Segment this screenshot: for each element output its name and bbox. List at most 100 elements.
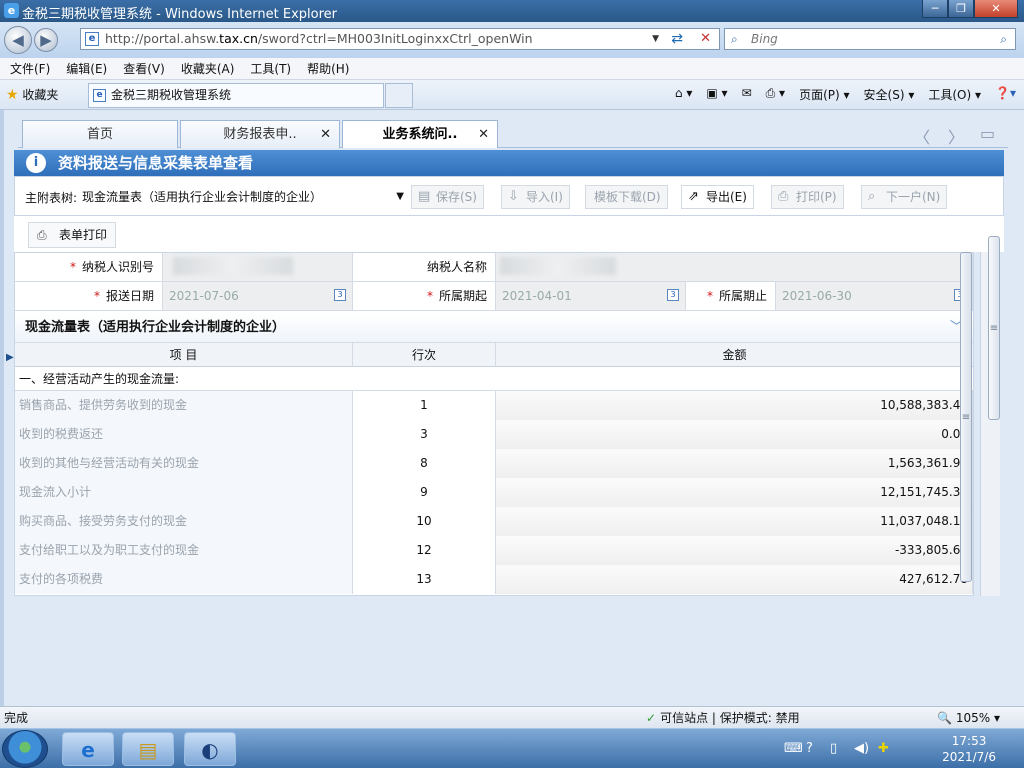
volume-icon[interactable]: ◀): [854, 741, 869, 756]
tab-home[interactable]: 首页: [22, 120, 178, 148]
print-button[interactable]: ⎙ 打印(P): [771, 185, 844, 209]
section-operating-activities: 一、经营活动产生的现金流量:: [15, 367, 973, 391]
period-end-field[interactable]: 2021-06-303: [776, 282, 973, 311]
close-tab-icon[interactable]: ✕: [478, 121, 489, 149]
help-tray-icon[interactable]: ?: [806, 741, 813, 756]
export-button[interactable]: ⇗ 导出(E): [681, 185, 754, 209]
help-icon[interactable]: ❓▾: [995, 86, 1016, 103]
back-button[interactable]: ◀: [4, 26, 32, 54]
form-tree-select[interactable]: 现金流量表（适用执行企业会计制度的企业） ▼: [81, 185, 409, 207]
browser-tab[interactable]: e 金税三期税收管理系统: [88, 83, 384, 108]
form-print-button[interactable]: ⎙ 表单打印: [28, 222, 117, 248]
row-amount[interactable]: 0.00: [496, 420, 973, 449]
col-item: 项 目: [15, 343, 353, 367]
address-dropdown-icon[interactable]: ▼: [652, 29, 659, 49]
command-bar: ⌂ ▾ ▣ ▾ ✉ ⎙ ▾ 页面(P) ▾ 安全(S) ▾ 工具(O) ▾ ❓▾: [661, 86, 1016, 103]
stop-icon[interactable]: ✕: [700, 29, 711, 49]
tab-maximize-icon[interactable]: ▭: [980, 124, 995, 143]
update-icon[interactable]: ✚: [878, 741, 889, 756]
template-download-button[interactable]: 模板下载(D): [585, 185, 668, 209]
maximize-button[interactable]: ❐: [948, 0, 974, 18]
row-name: 销售商品、提供劳务收到的现金: [15, 391, 353, 420]
row-amount[interactable]: 11,037,048.10: [496, 507, 973, 536]
print-icon: ⎙: [37, 228, 47, 242]
row-name: 收到的税费返还: [15, 420, 353, 449]
col-amount: 金额: [722, 348, 747, 362]
mail-icon[interactable]: ✉: [742, 86, 752, 103]
chevron-down-icon: ▼: [396, 191, 404, 202]
row-amount[interactable]: 427,612.78: [496, 565, 973, 594]
taxpayer-id-label: * 纳税人识别号: [15, 253, 163, 282]
window-title: 金税三期税收管理系统 - Windows Internet Explorer: [22, 7, 337, 22]
print-icon[interactable]: ⎙ ▾: [766, 86, 785, 103]
row-amount[interactable]: 10,588,383.41: [496, 391, 973, 420]
menu-favorites[interactable]: 收藏夹(A): [181, 58, 235, 79]
refresh-icon[interactable]: ⇄: [671, 29, 683, 49]
menu-view[interactable]: 查看(V): [123, 58, 165, 79]
keyboard-icon[interactable]: ⌨: [784, 741, 803, 756]
search-icon: ⌕: [868, 189, 876, 204]
feeds-icon[interactable]: ▣ ▾: [706, 86, 727, 103]
table-title[interactable]: 现金流量表（适用执行企业会计制度的企业） ﹀: [15, 313, 973, 343]
forward-button[interactable]: ▶: [34, 28, 58, 52]
form-tree-label: 主附表树:: [25, 191, 78, 205]
save-icon: ▤: [418, 189, 431, 204]
taxpayer-row: * 纳税人识别号 纳税人名称: [15, 253, 973, 282]
period-start-field[interactable]: 2021-04-01 3: [496, 282, 686, 311]
tab-financial-report[interactable]: 财务报表申.. ✕: [180, 120, 340, 148]
save-button[interactable]: ▤ 保存(S): [411, 185, 484, 209]
home-icon[interactable]: ⌂ ▾: [675, 86, 692, 103]
inner-scrollbar-thumb[interactable]: ≡: [960, 252, 972, 582]
app-taskbar-icon[interactable]: ◐: [184, 732, 236, 766]
outer-scrollbar-thumb[interactable]: ≡: [988, 236, 1000, 420]
explorer-taskbar-icon[interactable]: ▤: [122, 732, 174, 766]
row-amount[interactable]: -333,805.63: [496, 536, 973, 565]
import-icon: ⇩: [508, 189, 519, 204]
submit-date-field[interactable]: 2021-07-06 3: [163, 282, 353, 311]
minimize-button[interactable]: ─: [922, 0, 948, 18]
menu-tools[interactable]: 工具(T): [250, 58, 291, 79]
tab-business-system[interactable]: 业务系统问.. ✕: [342, 120, 498, 148]
date-row: * 报送日期 2021-07-06 3 * 所属期起 2021-04-01 3 * 所属期…: [15, 282, 973, 311]
calendar-icon[interactable]: 3: [667, 289, 679, 301]
taxpayer-id-field[interactable]: [163, 253, 353, 282]
calendar-icon[interactable]: 3: [334, 289, 346, 301]
row-no: 1: [353, 391, 496, 420]
clock-date: 2021/7/6: [942, 750, 996, 764]
address-toolbar: ◀ ▶ e http://portal.ahsw.tax.cn/sword?ct…: [0, 22, 1024, 58]
close-window-button[interactable]: ✕: [974, 0, 1018, 18]
taxpayer-name-field[interactable]: [496, 253, 973, 282]
check-icon: ✓: [646, 711, 657, 725]
new-tab-button[interactable]: [385, 83, 413, 108]
favorites-button[interactable]: ★ 收藏夹: [6, 86, 58, 103]
address-field[interactable]: e http://portal.ahsw.tax.cn/sword?ctrl=M…: [80, 28, 720, 50]
search-input[interactable]: ⌕ Bing ⌕: [724, 28, 1016, 50]
search-icon[interactable]: ⌕: [1000, 29, 1007, 49]
row-name: 支付给职工以及为职工支付的现金: [15, 536, 353, 565]
network-icon[interactable]: ▯: [830, 741, 837, 756]
menu-edit[interactable]: 编辑(E): [66, 58, 107, 79]
table-row: 收到的其他与经营活动有关的现金 8 1,563,361.92: [15, 449, 973, 478]
tab-prev-icon[interactable]: 〈: [914, 124, 930, 148]
tab-next-icon[interactable]: 〉: [948, 124, 964, 148]
row-amount[interactable]: 1,563,361.92: [496, 449, 973, 478]
ie-taskbar-icon[interactable]: e: [62, 732, 114, 766]
taskbar: e ▤ ◐ ⌨ ? ▯ ◀) ✚ 17:53 2021/7/6: [0, 728, 1024, 768]
page-menu[interactable]: 页面(P) ▾: [799, 86, 849, 103]
zoom-level[interactable]: 🔍 105% ▾: [937, 707, 1000, 729]
row-amount[interactable]: 12,151,745.33: [496, 478, 973, 507]
menu-help[interactable]: 帮助(H): [307, 58, 349, 79]
tools-menu[interactable]: 工具(O) ▾: [928, 86, 981, 103]
import-button[interactable]: ⇩ 导入(I): [501, 185, 570, 209]
clock[interactable]: 17:53 2021/7/6: [942, 733, 996, 765]
close-tab-icon[interactable]: ✕: [320, 121, 331, 149]
safety-menu[interactable]: 安全(S) ▾: [864, 86, 915, 103]
page-icon: e: [93, 89, 106, 102]
export-icon: ⇗: [688, 189, 699, 204]
menu-file[interactable]: 文件(F): [10, 58, 50, 79]
start-button[interactable]: [2, 730, 48, 768]
print-icon: ⎙: [778, 189, 789, 204]
next-taxpayer-button[interactable]: ⌕ 下一户(N): [861, 185, 948, 209]
expand-left-icon[interactable]: ▶: [6, 352, 14, 363]
period-start-label: * 所属期起: [353, 282, 496, 311]
